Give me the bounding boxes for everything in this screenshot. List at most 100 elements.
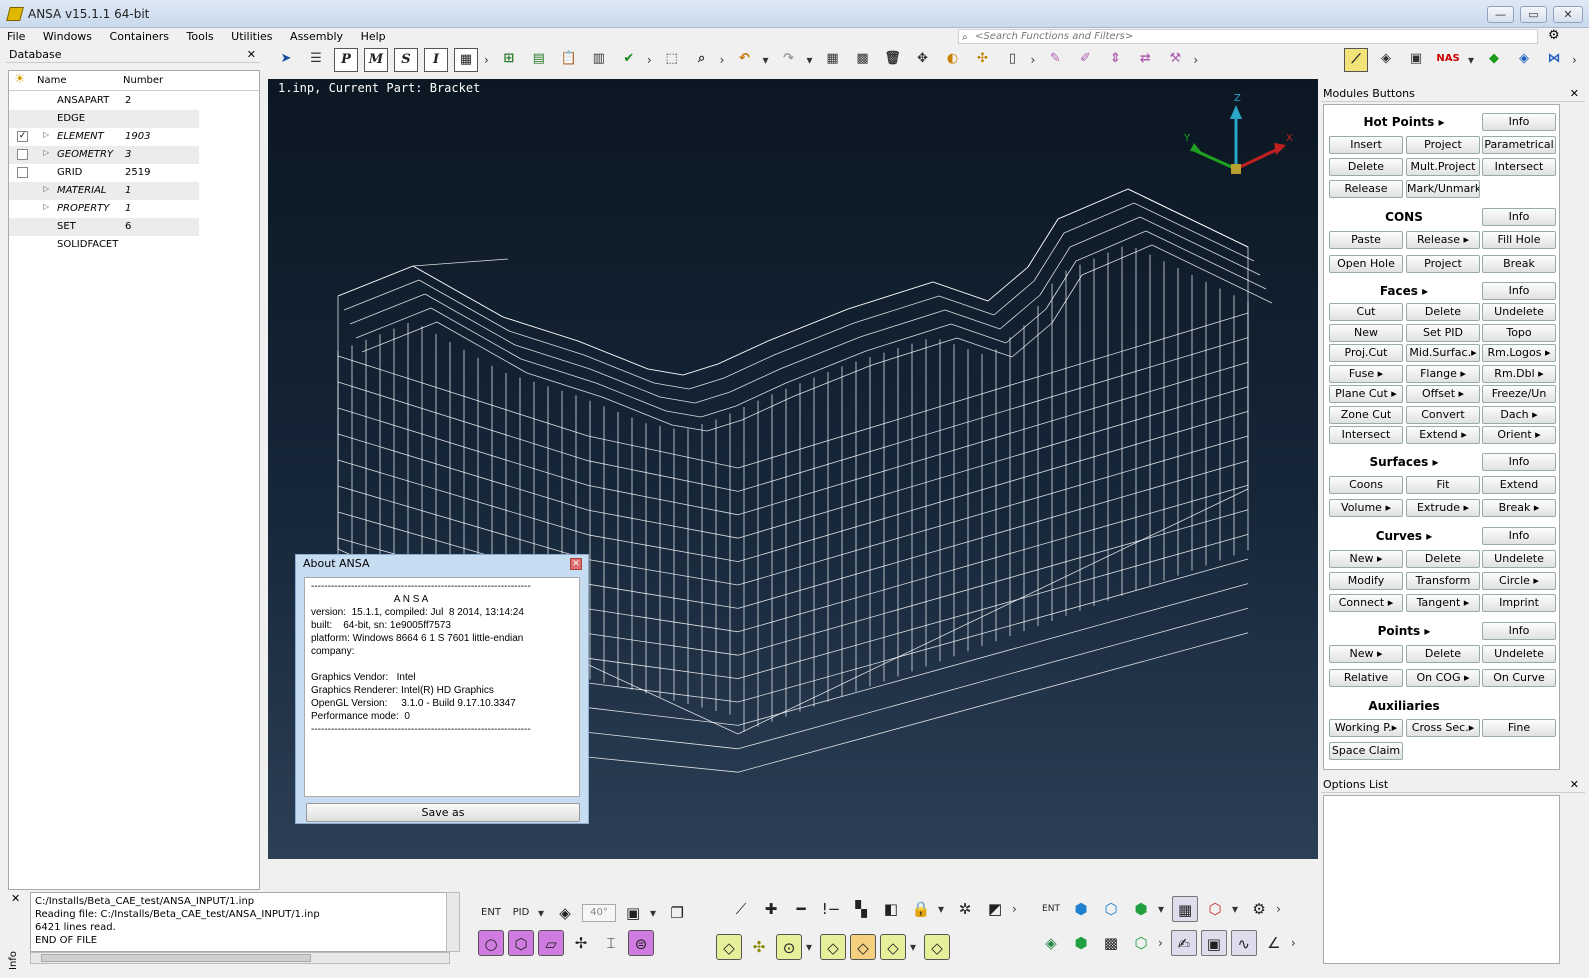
cons-button[interactable]: Break — [1482, 255, 1556, 273]
cons-info-button[interactable]: Info — [1482, 208, 1556, 226]
circle-select-icon[interactable]: ○ — [478, 930, 504, 956]
select-point-icon[interactable]: ⊙ — [776, 934, 802, 960]
console-vertical-scrollbar[interactable] — [446, 892, 460, 952]
hotpoints-button[interactable]: Delete — [1329, 158, 1403, 176]
i-module-button[interactable]: I — [424, 48, 448, 72]
clipboard-icon[interactable]: 📋 — [557, 48, 581, 72]
faces-button[interactable]: New — [1329, 323, 1403, 342]
line-icon[interactable]: ⟋ — [728, 896, 754, 922]
angle-measure-icon[interactable]: ∠ — [1261, 930, 1287, 956]
move-icon[interactable]: ✥ — [911, 48, 935, 72]
list-icon[interactable]: ☰ — [304, 48, 328, 72]
faces-button[interactable]: Extend ▸ — [1406, 426, 1480, 444]
maximize-button[interactable]: ▭ — [1520, 6, 1547, 23]
curve-icon[interactable]: ∿ — [1230, 930, 1257, 956]
lock-icon[interactable]: 🔒 — [908, 896, 934, 922]
outline-cube-icon[interactable]: ⬡ — [1128, 930, 1154, 956]
hotpoints-info-button[interactable]: Info — [1482, 113, 1556, 131]
cube-select-icon[interactable]: ⬡ — [508, 930, 534, 956]
swap-icon[interactable]: ⇄ — [1133, 48, 1157, 72]
red-cube-icon[interactable]: ⬡ — [1202, 896, 1228, 922]
highlight-bulb-icon[interactable]: ☀ — [14, 72, 26, 87]
cube-dropdown-icon[interactable]: ▾ — [1158, 902, 1164, 916]
faces-button[interactable]: Dach ▸ — [1482, 405, 1556, 424]
faces-button[interactable]: Rm.Logos ▸ — [1482, 344, 1556, 362]
grid-cube-icon[interactable]: ▩ — [1098, 930, 1124, 956]
scrollbar-thumb[interactable] — [41, 954, 311, 962]
p-module-button[interactable]: P — [334, 48, 358, 72]
network-icon[interactable]: ✲ — [952, 896, 978, 922]
point-box-icon[interactable]: ▣ — [1200, 930, 1227, 956]
faces-button[interactable]: Rm.Dbl ▸ — [1482, 364, 1556, 383]
settings-gear-icon[interactable]: ⚙ — [1548, 28, 1560, 43]
curves-button[interactable]: Delete — [1406, 550, 1480, 568]
feature-angle-icon[interactable]: ◈ — [552, 900, 578, 926]
surfaces-button[interactable]: Extend — [1482, 476, 1556, 494]
column-number[interactable]: Number — [123, 75, 163, 86]
plane-select-icon[interactable]: ▱ — [538, 930, 564, 956]
database-close-icon[interactable]: ✕ — [247, 47, 256, 63]
angle-input[interactable]: 40° — [582, 904, 617, 922]
mesh-icon[interactable]: ▩ — [851, 48, 875, 72]
hotpoints-button[interactable]: Release — [1329, 180, 1403, 198]
menu-containers[interactable]: Containers — [103, 28, 177, 46]
menu-utilities[interactable]: Utilities — [224, 28, 279, 46]
save-as-button[interactable]: Save as — [306, 803, 580, 822]
undo-icon[interactable]: ↶ — [732, 48, 756, 72]
diamond-4-icon[interactable]: ◇ — [924, 934, 951, 960]
frame-icon[interactable]: ▣ — [620, 900, 646, 926]
connect-icon[interactable]: ⋈ — [1542, 48, 1566, 72]
points-button[interactable]: Undelete — [1482, 645, 1556, 663]
pointer-icon[interactable]: ➤ — [274, 48, 298, 72]
options-close-icon[interactable]: ✕ — [1570, 776, 1579, 793]
curves-button[interactable]: New ▸ — [1329, 550, 1403, 568]
pid-icon[interactable]: PID — [508, 900, 534, 926]
overlap-icon[interactable]: ◧ — [878, 896, 904, 922]
faces-header[interactable]: Faces ▸ — [1329, 282, 1479, 300]
menu-assembly[interactable]: Assembly — [283, 28, 350, 46]
hotpoints-button[interactable]: Mult.Project — [1406, 158, 1480, 176]
diamond-3-icon[interactable]: ◇ — [880, 934, 907, 960]
faces-button[interactable]: Cut — [1329, 303, 1403, 321]
redo-dropdown-icon[interactable]: ▾ — [806, 53, 812, 67]
hammer-icon[interactable]: ⚒ — [1163, 48, 1187, 72]
search-input[interactable]: ⌕ <Search Functions and Filters> — [958, 29, 1538, 44]
faces-button[interactable]: Freeze/Un — [1482, 385, 1556, 403]
cons-button[interactable]: Open Hole — [1329, 255, 1403, 273]
database-row[interactable]: ▷ GEOMETRY 3 — [9, 146, 199, 164]
expand-arrow-icon[interactable]: ▷ — [43, 148, 49, 157]
row-checkbox[interactable] — [17, 167, 28, 178]
stack-icon[interactable]: ◩ — [982, 896, 1008, 922]
nastran-deck-icon[interactable]: NAS — [1434, 48, 1462, 72]
s-module-button[interactable]: S — [394, 48, 418, 72]
info-tab-label[interactable]: Info — [8, 951, 19, 970]
select-dropdown-icon[interactable]: ▾ — [806, 940, 812, 954]
zoom-icon[interactable]: ⌕ — [690, 48, 714, 72]
redo-icon[interactable]: ↷ — [776, 48, 800, 72]
points-header[interactable]: Points ▸ — [1329, 622, 1479, 640]
curves-button[interactable]: Tangent ▸ — [1406, 594, 1480, 612]
plus-icon[interactable]: ✚ — [758, 896, 784, 922]
points-button[interactable]: On Curve — [1482, 669, 1556, 687]
curves-button[interactable]: Imprint — [1482, 594, 1556, 612]
expand-arrow-icon[interactable]: ▷ — [43, 184, 49, 193]
points-info-button[interactable]: Info — [1482, 622, 1556, 640]
more-arrow-icon-5[interactable]: › — [1193, 53, 1198, 67]
undo-dropdown-icon[interactable]: ▾ — [762, 53, 768, 67]
table-icon[interactable]: ▦ — [454, 48, 478, 72]
not-icon[interactable]: !− — [818, 896, 844, 922]
about-close-icon[interactable]: ✕ — [570, 558, 582, 570]
curves-button[interactable]: Connect ▸ — [1329, 594, 1403, 612]
points-button[interactable]: New ▸ — [1329, 645, 1403, 663]
menu-file[interactable]: File — [0, 28, 32, 46]
pid-dropdown-icon[interactable]: ▾ — [538, 906, 544, 920]
select-face-icon[interactable]: ◇ — [716, 934, 742, 960]
minimize-button[interactable]: — — [1487, 6, 1514, 23]
database-row[interactable]: SOLIDFACET — [9, 236, 199, 254]
wire-cube-icon[interactable]: ⬡ — [1098, 896, 1124, 922]
space-claim-button[interactable]: Space Claim — [1329, 742, 1403, 760]
blue-cube-icon[interactable]: ⬢ — [1068, 896, 1094, 922]
faces-button[interactable]: Intersect — [1329, 426, 1403, 444]
hotpoints-button[interactable]: Intersect — [1482, 158, 1556, 176]
shell-icon[interactable]: ◆ — [1482, 48, 1506, 72]
